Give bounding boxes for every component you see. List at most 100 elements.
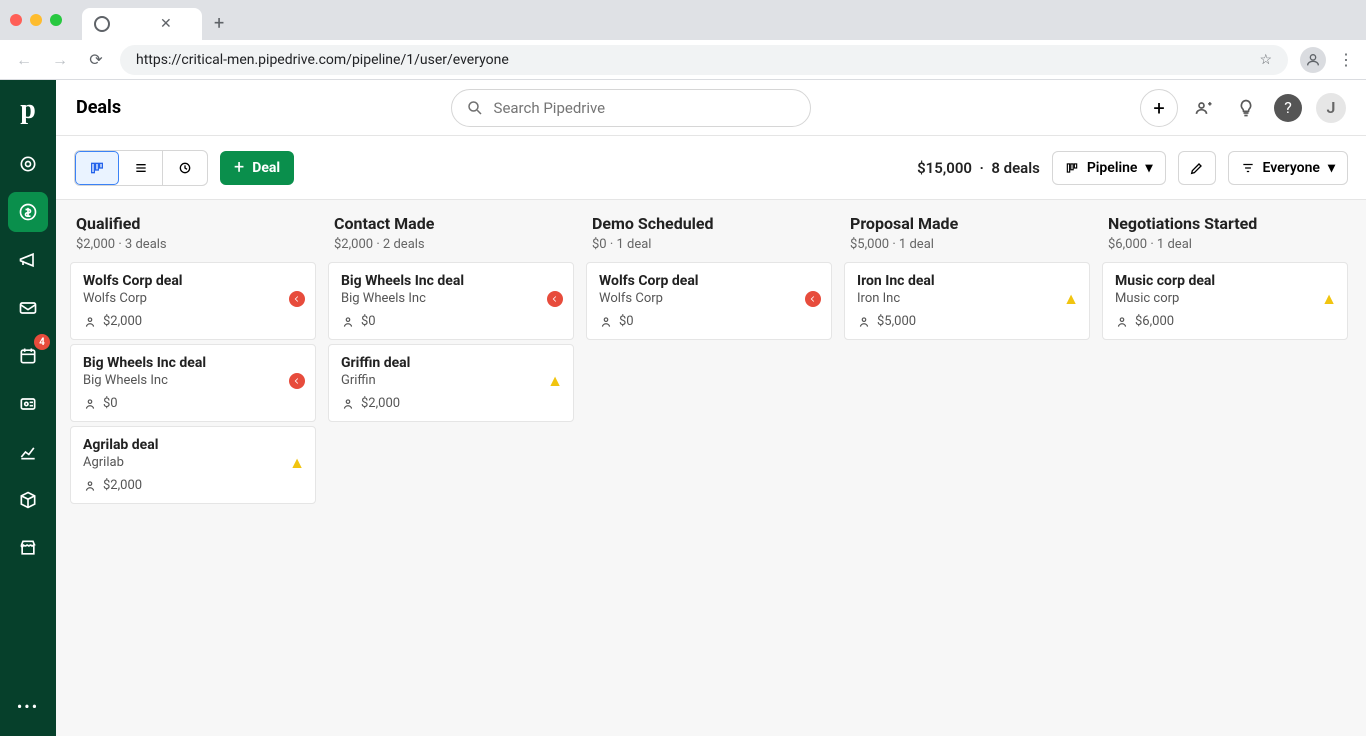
card-value: $2,000 <box>103 478 142 493</box>
card-org: Griffin <box>341 373 561 388</box>
pipeline-column[interactable]: Proposal Made$5,000 · 1 dealIron Inc dea… <box>838 200 1096 736</box>
sidebar-item-insights[interactable] <box>8 432 48 472</box>
sidebar-item-marketplace[interactable] <box>8 528 48 568</box>
tab-close-icon[interactable]: ✕ <box>160 16 172 32</box>
sidebar-more-button[interactable]: ••• <box>17 697 39 716</box>
box-icon <box>18 490 38 510</box>
deal-card[interactable]: Big Wheels Inc dealBig Wheels Inc$0 <box>70 344 316 422</box>
column-header: Proposal Made$5,000 · 1 deal <box>844 210 1090 262</box>
sidebar-item-products[interactable] <box>8 480 48 520</box>
close-window-button[interactable] <box>10 14 22 26</box>
card-org: Music corp <box>1115 291 1335 306</box>
card-title: Wolfs Corp deal <box>599 273 819 289</box>
card-footer: $2,000 <box>83 314 303 329</box>
tips-button[interactable] <box>1232 94 1260 122</box>
mail-icon <box>18 298 38 318</box>
pipeline-column[interactable]: Demo Scheduled$0 · 1 dealWolfs Corp deal… <box>580 200 838 736</box>
card-value: $2,000 <box>361 396 400 411</box>
add-deal-button[interactable]: + Deal <box>220 151 294 185</box>
pipeline-column[interactable]: Qualified$2,000 · 3 dealsWolfs Corp deal… <box>64 200 322 736</box>
view-pipeline-button[interactable] <box>75 151 119 185</box>
plus-icon: + <box>234 157 244 178</box>
dollar-icon <box>18 202 38 222</box>
app-logo[interactable]: p <box>20 94 36 126</box>
person-icon <box>83 479 97 493</box>
card-title: Music corp deal <box>1115 273 1335 289</box>
overdue-indicator-icon <box>289 373 305 389</box>
page-title: Deals <box>76 97 121 118</box>
warning-indicator-icon: ▲ <box>1321 291 1337 307</box>
store-icon <box>18 538 38 558</box>
invite-users-button[interactable] <box>1190 94 1218 122</box>
person-icon <box>341 315 355 329</box>
card-footer: $5,000 <box>857 314 1077 329</box>
browser-profile-button[interactable] <box>1300 47 1326 73</box>
column-summary: $0 · 1 deal <box>592 237 826 252</box>
summary-count: 8 deals <box>991 159 1039 177</box>
help-button[interactable]: ? <box>1274 94 1302 122</box>
lightbulb-icon <box>1236 98 1256 118</box>
maximize-window-button[interactable] <box>50 14 62 26</box>
overdue-indicator-icon <box>289 291 305 307</box>
sidebar-nav: p 4 ••• <box>0 80 56 736</box>
pipeline-column[interactable]: Contact Made$2,000 · 2 dealsBig Wheels I… <box>322 200 580 736</box>
deal-card[interactable]: Music corp dealMusic corp$6,000▲ <box>1102 262 1348 340</box>
warning-indicator-icon: ▲ <box>547 373 563 389</box>
sidebar-item-mail[interactable] <box>8 288 48 328</box>
deal-card[interactable]: Griffin deal Griffin $2,000 ▲ <box>328 344 574 422</box>
nav-reload-button[interactable]: ⟳ <box>84 50 108 69</box>
warning-indicator-icon: ▲ <box>1063 291 1079 307</box>
calendar-icon <box>18 346 38 366</box>
pipeline-selector[interactable]: Pipeline ▾ <box>1052 151 1166 185</box>
column-title: Negotiations Started <box>1108 214 1342 233</box>
card-footer: $2,000 <box>341 396 561 411</box>
card-org: Big Wheels Inc <box>83 373 303 388</box>
bookmark-star-icon[interactable]: ☆ <box>1259 52 1272 68</box>
sidebar-item-activities[interactable]: 4 <box>8 336 48 376</box>
person-icon <box>857 315 871 329</box>
card-title: Big Wheels Inc deal <box>341 273 561 289</box>
pipeline-label: Pipeline <box>1087 160 1138 176</box>
window-controls <box>10 14 62 26</box>
nav-forward-button[interactable]: → <box>48 50 72 70</box>
sidebar-item-deals[interactable] <box>8 192 48 232</box>
card-org: Wolfs Corp <box>83 291 303 306</box>
view-list-button[interactable] <box>119 151 163 185</box>
pipeline-column[interactable]: Negotiations Started$6,000 · 1 dealMusic… <box>1096 200 1354 736</box>
browser-tab[interactable]: ✕ <box>82 8 202 40</box>
card-footer: $0 <box>341 314 561 329</box>
deal-card[interactable]: Wolfs Corp dealWolfs Corp$2,000 <box>70 262 316 340</box>
card-title: Iron Inc deal <box>857 273 1077 289</box>
list-view-icon <box>133 160 149 176</box>
sidebar-item-leads[interactable] <box>8 144 48 184</box>
activity-badge: 4 <box>34 334 50 350</box>
search-input[interactable] <box>451 89 811 127</box>
person-icon <box>83 315 97 329</box>
deal-card[interactable]: Agrilab dealAgrilab$2,000▲ <box>70 426 316 504</box>
browser-tab-strip: ✕ + <box>0 0 1366 40</box>
edit-pipeline-button[interactable] <box>1178 151 1216 185</box>
card-org: Iron Inc <box>857 291 1077 306</box>
deal-card[interactable]: Iron Inc deal Iron Inc $5,000 ▲ <box>844 262 1090 340</box>
nav-back-button[interactable]: ← <box>12 50 36 70</box>
global-add-button[interactable]: + <box>1140 89 1178 127</box>
user-avatar[interactable]: J <box>1316 93 1346 123</box>
card-title: Griffin deal <box>341 355 561 371</box>
column-header: Qualified$2,000 · 3 deals <box>70 210 316 262</box>
deal-card[interactable]: Big Wheels Inc dealBig Wheels Inc$0 <box>328 262 574 340</box>
pipeline-view-icon <box>89 160 105 176</box>
sidebar-item-contacts[interactable] <box>8 384 48 424</box>
new-tab-button[interactable]: + <box>214 13 224 34</box>
view-forecast-button[interactable] <box>163 151 207 185</box>
minimize-window-button[interactable] <box>30 14 42 26</box>
url-input[interactable]: https://critical-men.pipedrive.com/pipel… <box>120 45 1288 75</box>
deal-card[interactable]: Wolfs Corp dealWolfs Corp$0 <box>586 262 832 340</box>
browser-menu-button[interactable]: ⋮ <box>1338 50 1354 69</box>
sidebar-item-campaigns[interactable] <box>8 240 48 280</box>
column-summary: $2,000 · 3 deals <box>76 237 310 252</box>
search-icon <box>466 99 484 117</box>
search-field[interactable] <box>494 99 796 117</box>
user-filter-button[interactable]: Everyone ▾ <box>1228 151 1349 185</box>
card-footer: $2,000 <box>83 478 303 493</box>
card-value: $0 <box>619 314 634 329</box>
